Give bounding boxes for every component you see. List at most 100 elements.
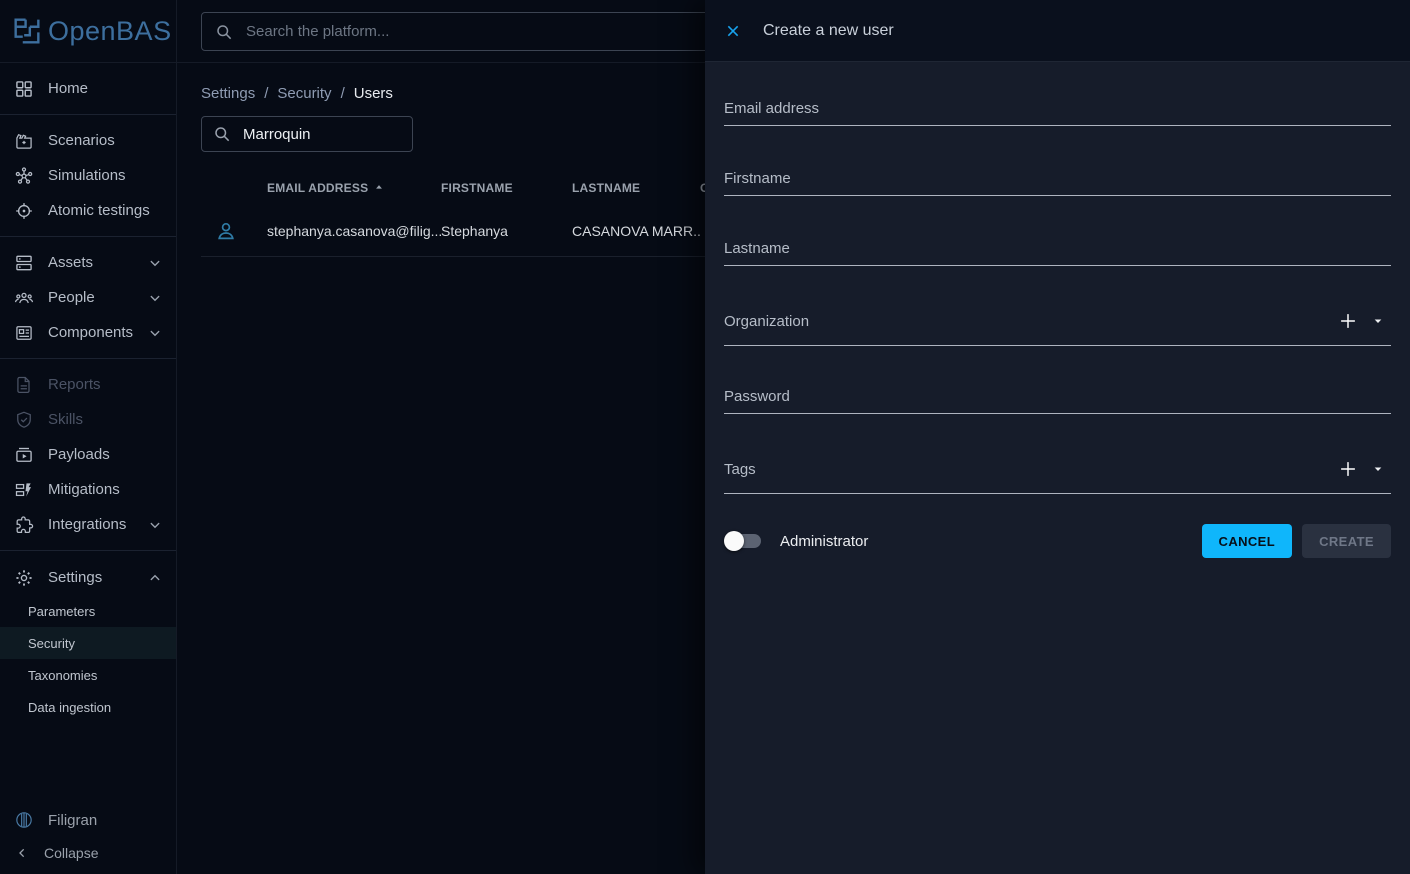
sidebar-item-parameters[interactable]: Parameters	[0, 595, 176, 627]
close-drawer-button[interactable]	[719, 17, 747, 45]
sidebar-item-label: Assets	[48, 254, 146, 271]
filigran-link[interactable]: Filigran	[0, 802, 176, 838]
organization-field-label: Organization	[724, 313, 1331, 330]
collapse-label: Collapse	[44, 845, 98, 861]
sub-item-label: Taxonomies	[28, 668, 97, 683]
add-organization-button[interactable]	[1331, 308, 1365, 334]
toggle-thumb	[724, 531, 744, 551]
sidebar-item-payloads[interactable]: Payloads	[0, 437, 176, 472]
create-user-drawer: Create a new user Email address Firstnam…	[705, 0, 1410, 874]
organization-dropdown-button[interactable]	[1365, 308, 1391, 334]
puzzle-icon	[14, 515, 34, 535]
sidebar-item-label: Components	[48, 324, 146, 341]
create-button[interactable]: CREATE	[1302, 524, 1391, 558]
collapse-sidebar-button[interactable]: Collapse	[0, 838, 176, 868]
caret-down-icon	[1370, 313, 1386, 329]
plus-icon	[1337, 310, 1359, 332]
document-icon	[14, 375, 34, 395]
sidebar-footer: Filigran Collapse	[0, 802, 176, 868]
platform-search-input[interactable]	[244, 22, 708, 41]
sidebar-item-label: Scenarios	[48, 132, 164, 149]
groups-icon	[14, 288, 34, 308]
drawer-header: Create a new user	[705, 0, 1410, 62]
openbas-app: { "brand": {"name": "OpenBAS"}, "topbar"…	[0, 0, 1410, 874]
hub-icon	[14, 166, 34, 186]
sidebar-item-atomic-testings[interactable]: Atomic testings	[0, 193, 176, 228]
tags-field[interactable]: Tags	[724, 456, 1391, 494]
sidebar-item-security[interactable]: Security	[0, 627, 176, 659]
chevron-up-icon	[146, 569, 164, 587]
caret-down-icon	[1370, 461, 1386, 477]
breadcrumb-separator: /	[264, 85, 268, 102]
chevron-down-icon	[146, 254, 164, 272]
sub-item-label: Security	[28, 636, 75, 651]
breadcrumb-settings[interactable]: Settings	[201, 85, 255, 102]
users-filter-input[interactable]	[241, 125, 402, 144]
sidebar-item-taxonomies[interactable]: Taxonomies	[0, 659, 176, 691]
sidebar-item-label: Home	[48, 80, 164, 97]
tags-field-label: Tags	[724, 461, 1331, 478]
column-header-email[interactable]: EMAIL ADDRESS	[267, 181, 441, 195]
target-icon	[14, 201, 34, 221]
chevron-down-icon	[146, 324, 164, 342]
sidebar-item-data-ingestion[interactable]: Data ingestion	[0, 691, 176, 723]
sidebar-item-mitigations[interactable]: Mitigations	[0, 472, 176, 507]
sidebar-item-components[interactable]: Components	[0, 315, 176, 350]
platform-search[interactable]	[201, 12, 721, 51]
nav-group-operations: Scenarios Simulations Atomic testings	[0, 115, 176, 237]
sort-ascending-icon	[372, 181, 386, 195]
lastname-field[interactable]: Lastname	[724, 240, 1391, 266]
sidebar: OpenBAS Home Scenarios Simulations Atomi…	[0, 0, 177, 874]
movie-icon	[14, 131, 34, 151]
firstname-field[interactable]: Firstname	[724, 170, 1391, 196]
sidebar-item-settings[interactable]: Settings	[0, 560, 176, 595]
sidebar-item-integrations[interactable]: Integrations	[0, 507, 176, 542]
add-tag-button[interactable]	[1331, 456, 1365, 482]
search-icon	[212, 124, 232, 144]
plus-icon	[1337, 458, 1359, 480]
filigran-label: Filigran	[48, 812, 97, 829]
column-header-firstname[interactable]: FIRSTNAME	[441, 181, 572, 195]
create-user-form: Email address Firstname Lastname Organiz…	[705, 100, 1410, 558]
sidebar-item-label: Settings	[48, 569, 146, 586]
firstname-field-label: Firstname	[724, 170, 791, 187]
chevron-down-icon	[146, 289, 164, 307]
sidebar-item-simulations[interactable]: Simulations	[0, 158, 176, 193]
administrator-toggle[interactable]	[724, 530, 764, 552]
chevron-down-icon	[146, 516, 164, 534]
sidebar-item-home[interactable]: Home	[0, 71, 176, 106]
email-field-label: Email address	[724, 100, 819, 117]
cell-lastname: CASANOVA MARR...	[572, 223, 700, 239]
payload-box-icon	[14, 445, 34, 465]
sidebar-item-label: People	[48, 289, 146, 306]
column-header-lastname[interactable]: LASTNAME	[572, 181, 700, 195]
password-field-label: Password	[724, 388, 790, 405]
drawer-title: Create a new user	[763, 22, 894, 40]
users-filter-search[interactable]	[201, 116, 413, 152]
password-field[interactable]: Password	[724, 388, 1391, 414]
cancel-button[interactable]: CANCEL	[1202, 524, 1293, 558]
breadcrumb-security[interactable]: Security	[277, 85, 331, 102]
sidebar-item-label: Simulations	[48, 167, 164, 184]
sidebar-item-label: Skills	[48, 411, 164, 428]
mitigation-icon	[14, 480, 34, 500]
sub-item-label: Parameters	[28, 604, 95, 619]
cell-firstname: Stephanya	[441, 223, 572, 239]
sub-item-label: Data ingestion	[28, 700, 111, 715]
cell-email: stephanya.casanova@filig...	[267, 223, 441, 239]
filigran-logo-icon	[14, 810, 34, 830]
sidebar-item-people[interactable]: People	[0, 280, 176, 315]
sidebar-item-assets[interactable]: Assets	[0, 245, 176, 280]
storage-icon	[14, 253, 34, 273]
tags-dropdown-button[interactable]	[1365, 456, 1391, 482]
gear-icon	[14, 568, 34, 588]
sidebar-item-label: Integrations	[48, 516, 146, 533]
organization-field[interactable]: Organization	[724, 308, 1391, 346]
person-icon	[214, 219, 238, 243]
email-field[interactable]: Email address	[724, 100, 1391, 126]
chevron-left-icon	[14, 845, 30, 861]
grid-icon	[14, 79, 34, 99]
sidebar-item-label: Mitigations	[48, 481, 164, 498]
sidebar-item-scenarios[interactable]: Scenarios	[0, 123, 176, 158]
app-logo[interactable]: OpenBAS	[0, 0, 176, 63]
